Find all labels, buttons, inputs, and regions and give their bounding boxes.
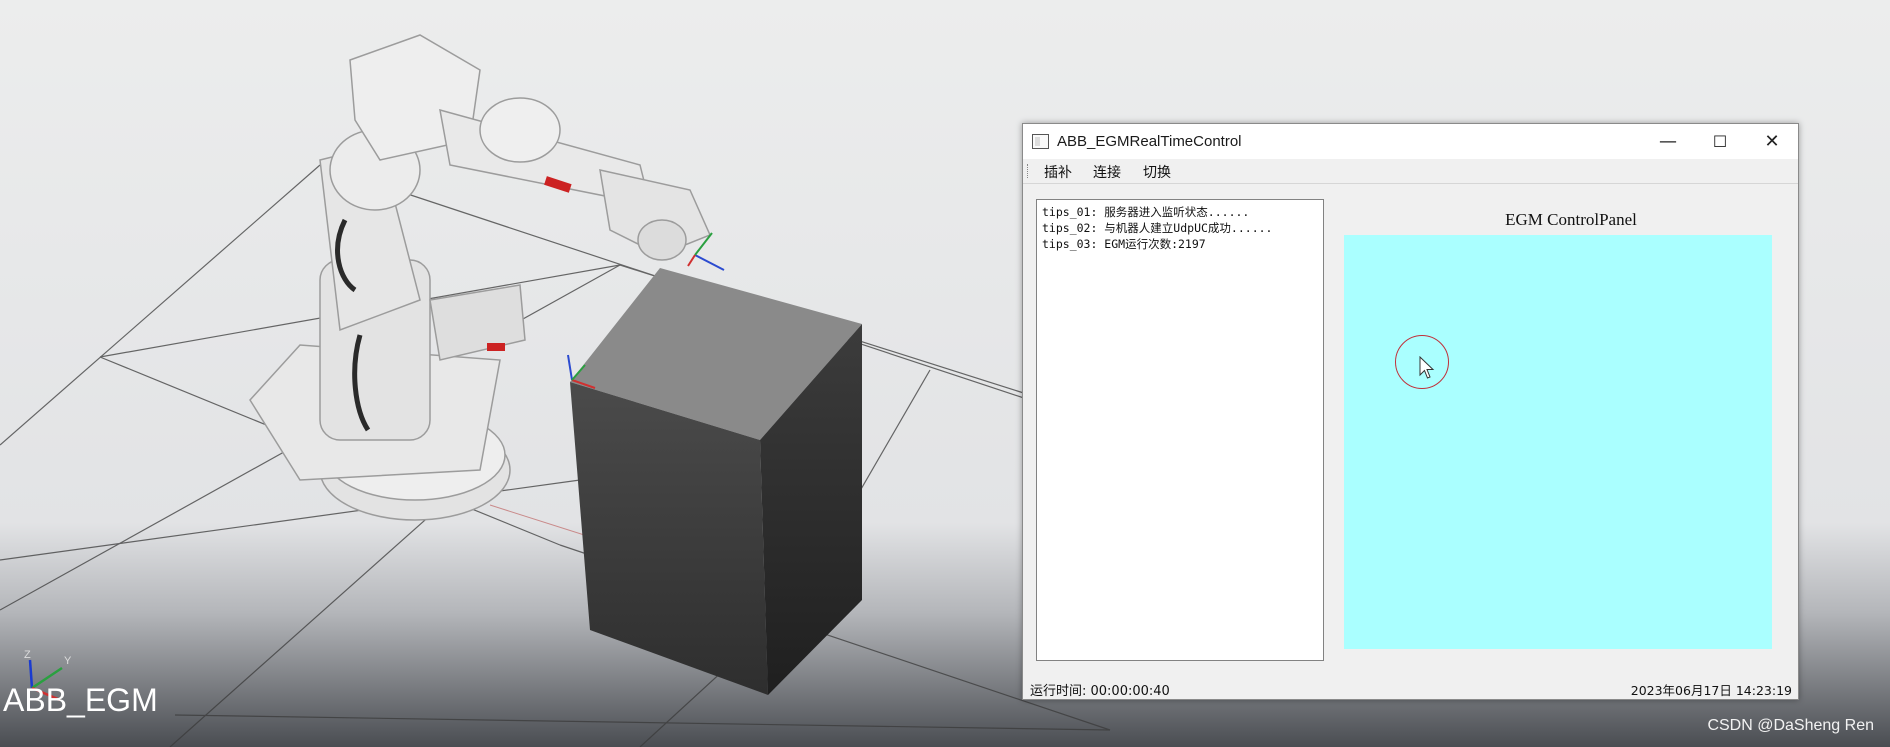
maximize-button[interactable]: ☐ [1694,124,1746,159]
title-bar[interactable]: ABB_EGMRealTimeControl — ☐ ✕ [1023,124,1798,159]
log-textbox[interactable]: tips_01: 服务器进入监听状态...... tips_02: 与机器人建立… [1036,199,1324,661]
menu-interpolation[interactable]: 插补 [1044,162,1072,182]
axis-z-label: Z [24,649,31,661]
control-panel-title: EGM ControlPanel [1505,210,1637,229]
menu-switch[interactable]: 切换 [1143,162,1171,182]
close-button[interactable]: ✕ [1746,124,1798,159]
app-window: ABB_EGMRealTimeControl — ☐ ✕ 插补 连接 切换 ti… [1022,123,1799,700]
log-line: tips_01: 服务器进入监听状态...... [1042,205,1250,219]
app-icon [1032,134,1049,149]
minimize-button[interactable]: — [1642,124,1694,159]
menu-connect[interactable]: 连接 [1093,162,1121,182]
run-time-status: 运行时间: 00:00:00:40 [1030,684,1170,699]
datetime-status: 2023年06月17日 14:23:19 [1630,683,1792,698]
log-line: tips_02: 与机器人建立UdpUC成功...... [1042,221,1273,235]
window-title: ABB_EGMRealTimeControl [1057,133,1242,150]
watermark: CSDN @DaSheng Ren [1707,717,1874,734]
menu-grip-icon [1027,164,1030,178]
menu-bar: 插补 连接 切换 [1023,159,1798,184]
control-panel[interactable] [1344,235,1772,649]
mouse-cursor-icon [1419,356,1435,379]
log-line: tips_03: EGM运行次数:2197 [1042,237,1206,251]
scene-label: ABB_EGM [3,682,158,718]
workpiece-box [570,268,862,695]
axis-y-label: Y [64,655,72,667]
